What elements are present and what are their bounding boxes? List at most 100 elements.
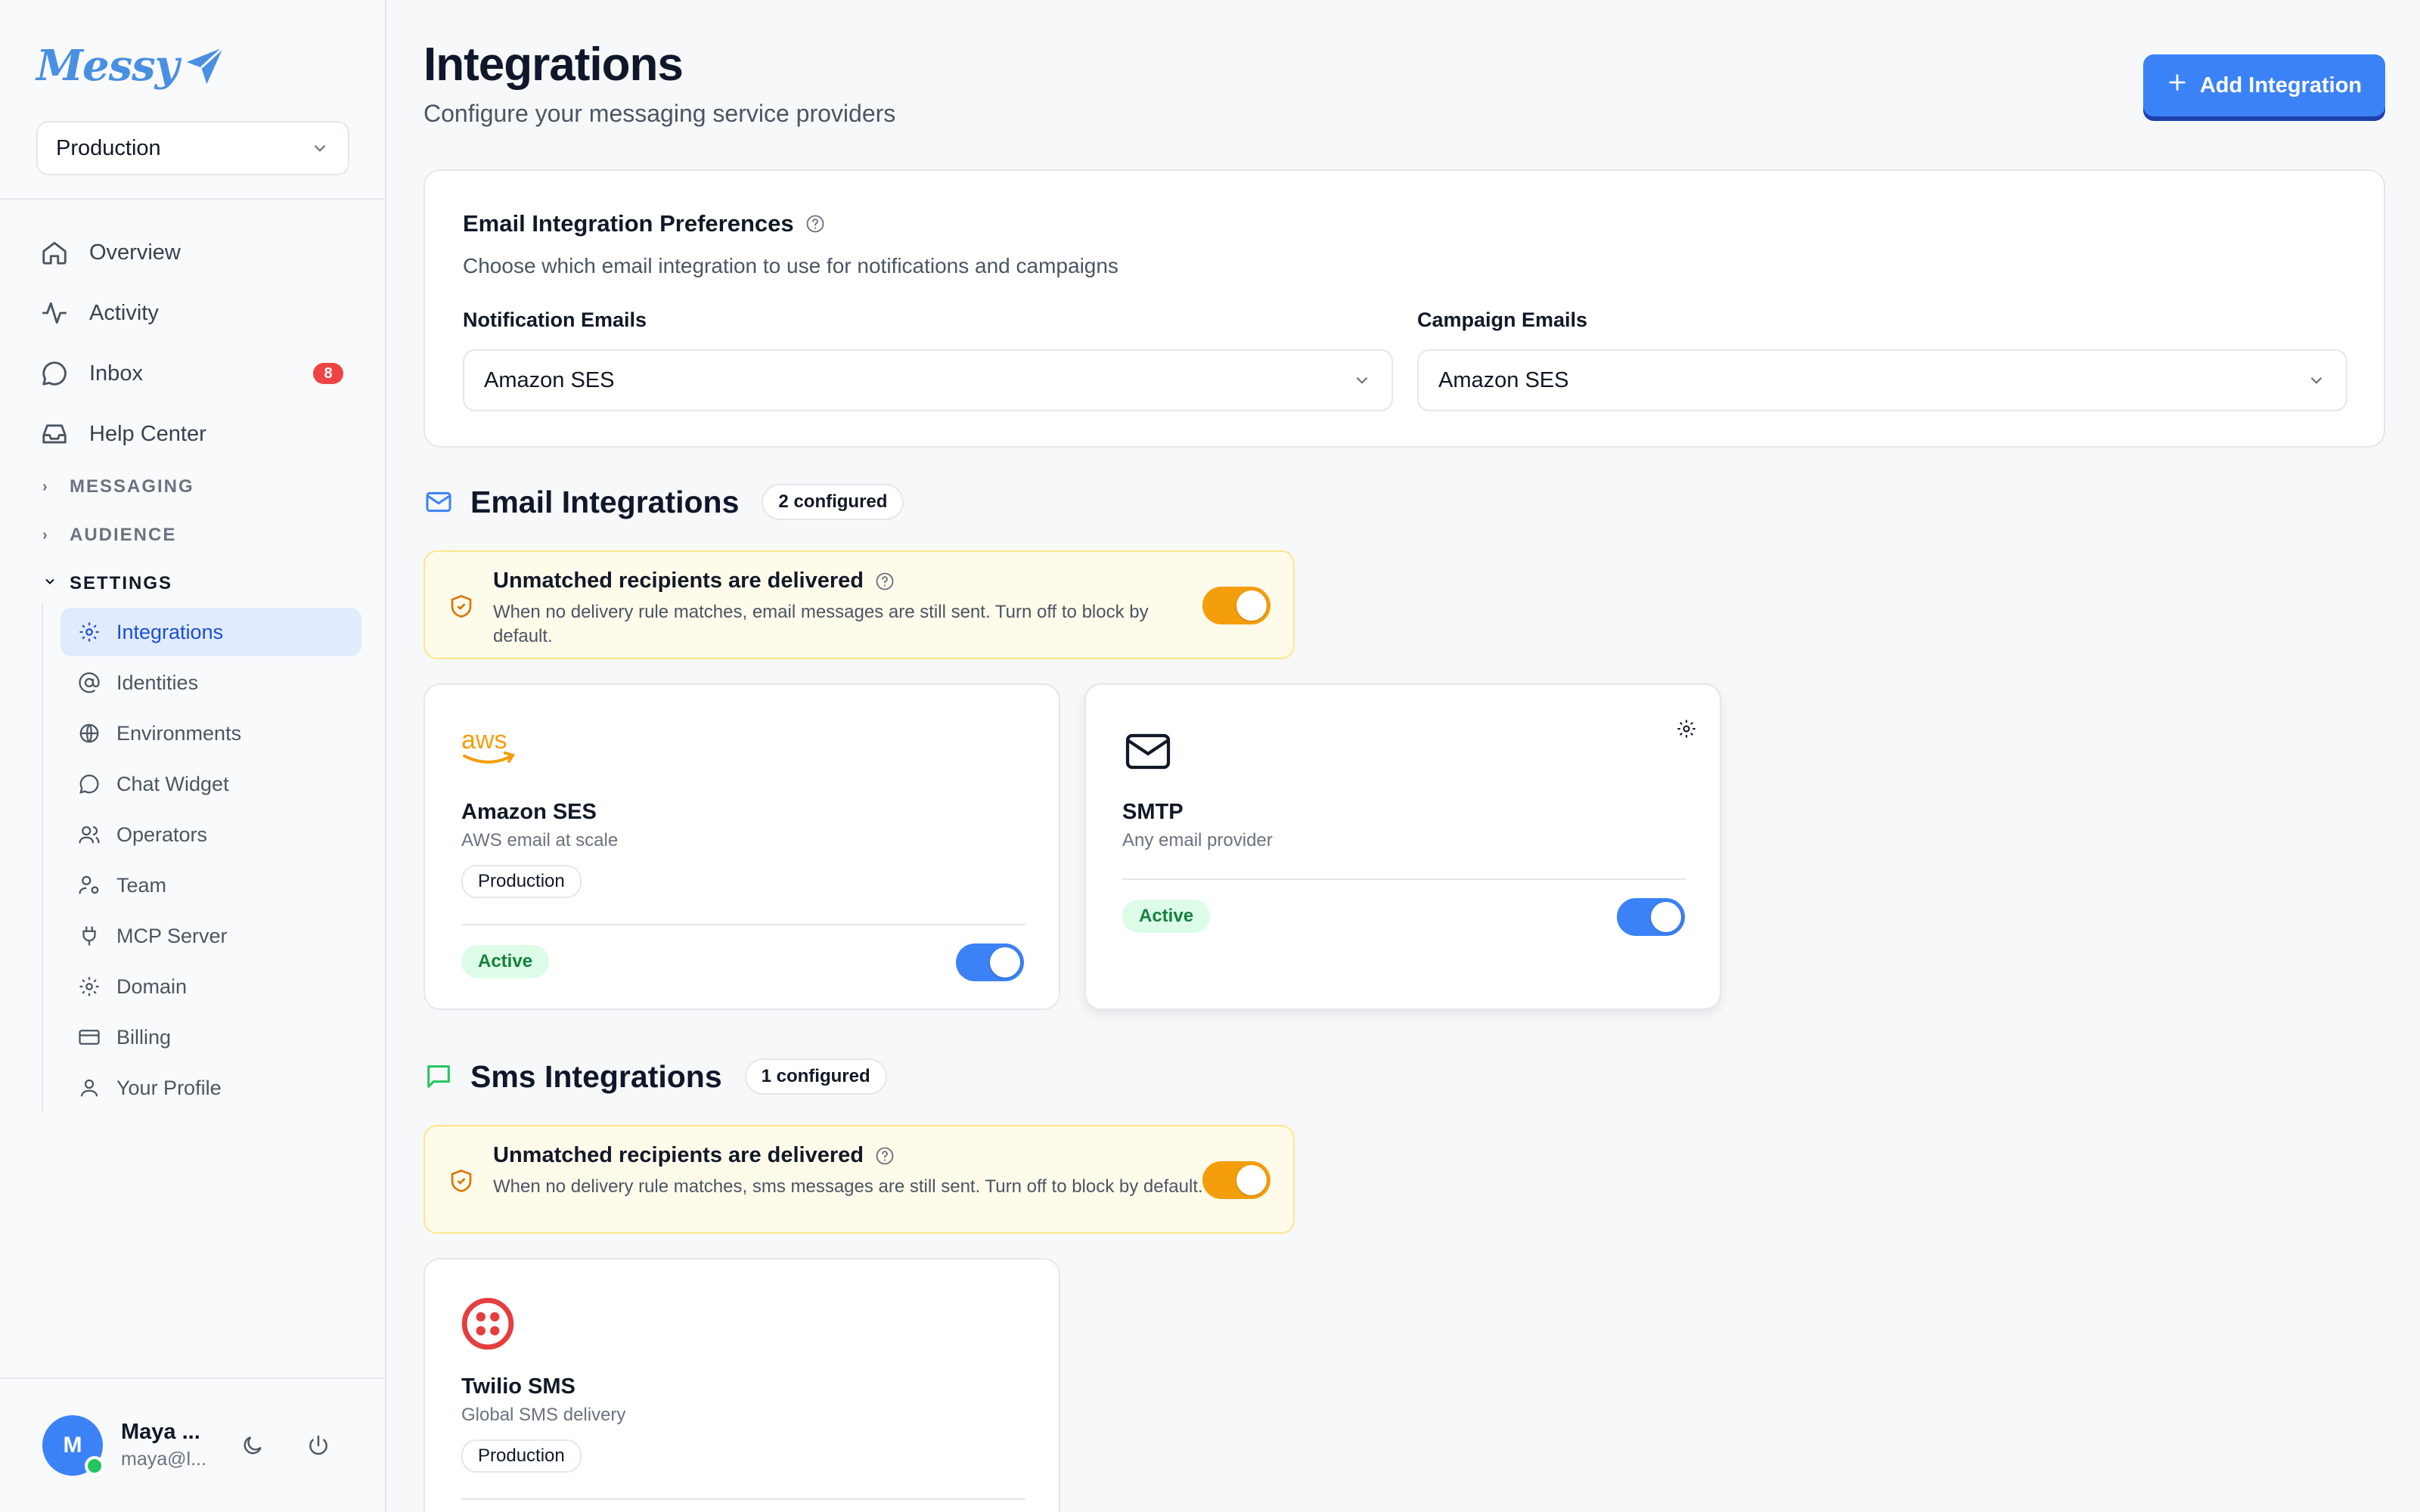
section-settings[interactable]: SETTINGS — [42, 569, 172, 599]
chevron-down-icon — [1356, 376, 1368, 384]
sms-integrations-title: Sms Integrations — [470, 1058, 722, 1094]
amazon-ses-description: AWS email at scale — [461, 830, 619, 850]
section-label-settings: SETTINGS — [70, 573, 173, 593]
chevron-down-icon — [2310, 376, 2322, 384]
sidebar-footer-divider — [0, 1377, 386, 1379]
settings-label-your-profile: Your Profile — [116, 1076, 222, 1099]
chevron-right-icon: › — [42, 526, 49, 544]
smtp-settings-button[interactable] — [1671, 714, 1702, 744]
inbox-count-badge: 8 — [313, 363, 343, 384]
amazon-ses-toggle[interactable] — [956, 943, 1024, 981]
amazon-ses-card[interactable]: aws Amazon SES AWS email at scale Produc… — [424, 683, 1060, 1010]
settings-label-domain: Domain — [116, 974, 188, 998]
sms-notice-title: Unmatched recipients are delivered — [493, 1143, 864, 1167]
mail-icon — [426, 491, 451, 513]
email-preferences-card: Email Integration Preferences Choose whi… — [424, 169, 2385, 448]
help-circle-icon[interactable] — [874, 1145, 895, 1167]
email-unmatched-toggle[interactable] — [1202, 587, 1270, 624]
settings-item-billing[interactable]: Billing — [60, 1013, 361, 1061]
sms-unmatched-notice: Unmatched recipients are delivered When … — [424, 1125, 1295, 1234]
toggle-knob — [1236, 1165, 1267, 1195]
section-messaging[interactable]: › MESSAGING — [42, 472, 194, 502]
section-label-messaging: MESSAGING — [70, 476, 194, 497]
nav-item-inbox[interactable]: Inbox — [38, 351, 143, 396]
chat-bubble-icon — [38, 357, 71, 390]
email-unmatched-notice: Unmatched recipients are delivered When … — [424, 550, 1295, 659]
users-icon — [76, 821, 103, 848]
twilio-sms-env-tag: Production — [461, 1439, 582, 1473]
help-circle-icon[interactable] — [874, 571, 895, 592]
notification-emails-select[interactable]: Amazon SES — [463, 349, 1393, 411]
toggle-knob — [1236, 590, 1267, 621]
settings-item-chat-widget[interactable]: Chat Widget — [60, 760, 361, 808]
power-icon — [309, 1435, 327, 1455]
inbox-tray-icon — [38, 417, 71, 451]
activity-icon — [38, 296, 71, 330]
user-icon — [76, 1074, 103, 1101]
settings-label-billing: Billing — [116, 1025, 172, 1049]
chevron-down-icon — [42, 574, 60, 593]
add-integration-button[interactable]: Add Integration — [2143, 54, 2385, 116]
notification-emails-label: Notification Emails — [463, 308, 647, 331]
settings-label-identities: Identities — [116, 671, 199, 694]
nav-label-activity: Activity — [89, 300, 159, 325]
sms-unmatched-toggle[interactable] — [1202, 1161, 1270, 1199]
email-notice-title: Unmatched recipients are delivered — [493, 569, 864, 593]
card-divider — [1122, 878, 1686, 880]
email-integrations-header: Email Integrations 2 configured — [424, 484, 904, 520]
gear-icon — [76, 973, 103, 1000]
nav-label-overview: Overview — [89, 240, 181, 265]
environment-select[interactable]: Production — [36, 121, 349, 175]
smtp-name: SMTP — [1122, 800, 1184, 824]
sms-notice-description: When no delivery rule matches, sms messa… — [493, 1176, 1203, 1197]
mail-icon — [1125, 733, 1171, 770]
help-circle-icon[interactable] — [805, 213, 826, 234]
settings-item-team[interactable]: Team — [60, 861, 361, 909]
settings-label-environments: Environments — [116, 721, 242, 745]
preferences-subtitle: Choose which email integration to use fo… — [463, 254, 1118, 277]
sms-notice-title-row: Unmatched recipients are delivered — [493, 1143, 895, 1168]
settings-item-your-profile[interactable]: Your Profile — [60, 1064, 361, 1112]
settings-item-domain[interactable]: Domain — [60, 962, 361, 1011]
card-divider — [461, 1498, 1025, 1500]
settings-label-operators: Operators — [116, 823, 208, 846]
brand-logo[interactable]: Messy — [36, 39, 227, 92]
home-icon — [38, 236, 71, 269]
plug-icon — [76, 922, 103, 950]
gear-icon — [76, 618, 103, 646]
section-audience[interactable]: › AUDIENCE — [42, 520, 176, 550]
settings-item-integrations[interactable]: Integrations — [60, 608, 361, 656]
campaign-emails-select[interactable]: Amazon SES — [1417, 349, 2347, 411]
nav-item-activity[interactable]: Activity — [38, 290, 159, 336]
page-title: Integrations — [424, 39, 684, 91]
shield-icon — [451, 595, 472, 618]
nav-item-overview[interactable]: Overview — [38, 230, 181, 275]
nav-item-help-center[interactable]: Help Center — [38, 411, 206, 457]
brand-name: Messy — [36, 41, 179, 91]
online-status-dot — [85, 1456, 104, 1476]
amazon-ses-name: Amazon SES — [461, 800, 597, 824]
campaign-emails-label: Campaign Emails — [1417, 308, 1588, 331]
preferences-title: Email Integration Preferences — [463, 210, 794, 237]
settings-label-mcp-server: MCP Server — [116, 924, 228, 947]
user-email: maya@l... — [121, 1448, 206, 1470]
page-subtitle: Configure your messaging service provide… — [424, 100, 896, 127]
globe-icon — [76, 720, 103, 747]
toggle-knob — [1651, 902, 1681, 932]
twilio-sms-card[interactable]: Twilio SMS Global SMS delivery Productio… — [424, 1258, 1060, 1512]
smtp-card[interactable]: SMTP Any email provider Active — [1084, 683, 1721, 1010]
settings-item-identities[interactable]: Identities — [60, 658, 361, 707]
theme-toggle-button[interactable] — [236, 1429, 269, 1462]
logout-button[interactable] — [302, 1429, 335, 1462]
smtp-toggle[interactable] — [1617, 898, 1685, 936]
email-configured-count: 2 configured — [762, 484, 904, 520]
settings-item-operators[interactable]: Operators — [60, 810, 361, 859]
user-name: Maya ... — [121, 1420, 200, 1444]
settings-item-environments[interactable]: Environments — [60, 709, 361, 758]
chevron-right-icon: › — [42, 478, 49, 495]
plus-icon — [2167, 72, 2188, 99]
preferences-title-row: Email Integration Preferences — [463, 210, 826, 237]
settings-item-mcp-server[interactable]: MCP Server — [60, 912, 361, 960]
section-label-audience: AUDIENCE — [70, 525, 177, 545]
aws-logo: aws — [461, 726, 516, 764]
